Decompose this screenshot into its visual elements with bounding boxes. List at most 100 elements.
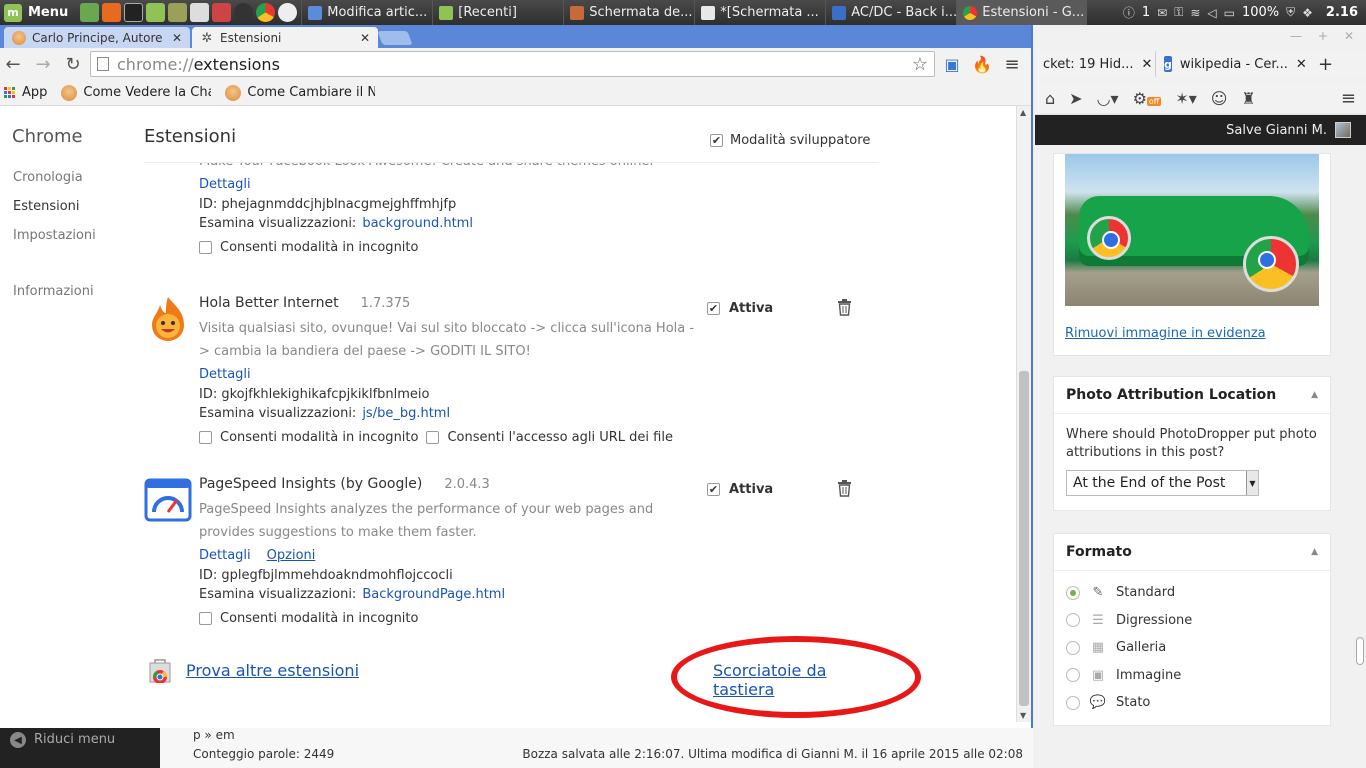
inspect-view-link[interactable]: js/be_bg.html — [362, 406, 450, 421]
close-tab-icon[interactable]: ✕ — [1142, 57, 1153, 72]
enable-toggle[interactable]: Attiva — [707, 482, 773, 497]
clock[interactable]: 2.16 — [1326, 5, 1358, 20]
developer-mode-checkbox[interactable] — [710, 134, 723, 147]
options-link[interactable]: Opzioni — [267, 546, 316, 566]
cloud-icon[interactable] — [278, 3, 298, 22]
extension-off-icon[interactable]: ⚙ off — [1133, 89, 1162, 108]
bug-icon[interactable]: ✶▾ — [1175, 89, 1196, 108]
reload-icon[interactable]: ↻ — [60, 51, 86, 77]
address-bar[interactable]: chrome://extensions ☆ — [90, 51, 935, 77]
trash-icon[interactable] — [837, 480, 852, 497]
volume-icon[interactable]: ◁ — [1207, 6, 1216, 20]
sidebar-item-estensioni[interactable]: Estensioni — [13, 199, 80, 214]
enable-toggle[interactable]: Attiva — [707, 301, 773, 316]
collapse-caret-icon[interactable]: ▲ — [1311, 547, 1318, 557]
inspect-view-link[interactable]: BackgroundPage.html — [362, 587, 505, 602]
bookmark-item[interactable]: Come Cambiare il N — [225, 84, 375, 101]
taskbar-window[interactable]: Modifica artic... — [301, 0, 432, 25]
new-tab-button[interactable] — [377, 31, 413, 45]
format-option-galleria[interactable]: ▦ Galleria — [1054, 634, 1330, 662]
folder-icon[interactable] — [168, 3, 188, 22]
start-menu-button[interactable]: m Menu — [0, 0, 76, 25]
greeting[interactable]: Salve Gianni M. — [1226, 123, 1327, 138]
format-radio[interactable] — [1066, 695, 1080, 710]
scrollbar-thumb[interactable] — [1019, 371, 1029, 706]
chat-icon[interactable]: ☺ — [1211, 89, 1228, 108]
sidebar-item-informazioni[interactable]: Informazioni — [13, 284, 94, 299]
format-option-stato[interactable]: 💬 Stato — [1054, 689, 1330, 717]
incognito-checkbox[interactable] — [199, 612, 212, 625]
close-tab-icon[interactable]: ✕ — [1296, 57, 1307, 72]
developer-mode-toggle[interactable]: Modalità sviluppatore — [710, 133, 870, 148]
battery-icon[interactable]: ▭ — [1224, 6, 1235, 20]
chrome-launcher-icon[interactable] — [256, 3, 276, 22]
send-icon[interactable]: ➤ — [1069, 89, 1082, 108]
taskbar-window[interactable]: Schermata de... — [563, 0, 694, 25]
attribution-location-select[interactable]: At the End of the Post ▼ — [1066, 470, 1259, 496]
file-access-checkbox[interactable] — [426, 431, 440, 444]
tab-estensioni[interactable]: ✲ Estensioni ✕ — [192, 27, 378, 48]
forward-arrow-icon[interactable]: → — [30, 51, 56, 77]
files-icon[interactable] — [146, 3, 166, 22]
close-tab-icon[interactable]: ✕ — [172, 31, 182, 45]
show-desktop-icon[interactable] — [80, 3, 100, 22]
format-option-immagine[interactable]: ▣ Immagine — [1054, 662, 1330, 690]
bookmark-item[interactable]: Come Vedere la Cha — [61, 84, 211, 101]
incognito-checkbox[interactable] — [199, 241, 212, 254]
format-radio[interactable] — [1066, 668, 1080, 683]
avatar[interactable] — [1335, 122, 1351, 138]
new-tab-plus-icon[interactable]: + — [1318, 54, 1333, 75]
hola-fire-icon[interactable]: 🔥 — [969, 51, 995, 77]
tab-carlo-principe[interactable]: Carlo Principe, Autore ... ✕ — [4, 27, 190, 48]
format-radio[interactable] — [1066, 613, 1080, 628]
hamburger-menu-icon[interactable]: ≡ — [999, 51, 1025, 77]
firefox-icon[interactable] — [102, 3, 122, 22]
tab-wikipedia[interactable]: g wikipedia - Cer... ✕ — [1155, 51, 1310, 77]
enable-checkbox[interactable] — [707, 483, 720, 496]
close-window-icon[interactable]: ✕ — [1344, 29, 1354, 43]
background-scrollbar-thumb[interactable] — [1356, 637, 1364, 665]
format-option-standard[interactable]: ✎ Standard — [1054, 579, 1330, 607]
format-radio[interactable] — [1066, 640, 1080, 655]
mail-icon[interactable]: ✉ — [1157, 6, 1167, 20]
robot-icon[interactable]: ♜ — [1241, 89, 1255, 108]
featured-image[interactable] — [1065, 154, 1319, 306]
trash-icon[interactable] — [837, 299, 852, 316]
collapse-caret-icon[interactable]: ▲ — [1311, 390, 1318, 400]
collapse-menu-button[interactable]: ◀ Riduci menu — [0, 728, 160, 768]
maximize-icon[interactable]: + — [1318, 29, 1328, 43]
info-icon[interactable]: ⓘ — [1123, 4, 1135, 21]
tab-pocket[interactable]: cket: 19 Hid... ✕ — [1035, 51, 1155, 77]
taskbar-window[interactable]: *[Schermata ... — [694, 0, 825, 25]
bookmark-star-icon[interactable]: ☆ — [912, 54, 928, 75]
inspect-view-link[interactable]: background.html — [362, 216, 473, 231]
terminal-icon[interactable] — [124, 3, 144, 22]
remove-featured-image-link[interactable]: Rimuovi immagine in evidenza — [1065, 326, 1266, 341]
close-tab-icon[interactable]: ✕ — [360, 31, 370, 45]
page-scrollbar[interactable]: ▲ ▼ — [1016, 106, 1031, 722]
text-editor-icon[interactable] — [190, 3, 210, 22]
minimize-icon[interactable]: — — [1290, 29, 1302, 43]
scroll-down-icon[interactable]: ▼ — [1020, 711, 1026, 720]
taskbar-window[interactable]: AC/DC - Back i... — [825, 0, 956, 25]
taskbar-window[interactable]: [Recenti] — [432, 0, 563, 25]
hamburger-menu-icon[interactable]: ≡ — [1341, 88, 1356, 109]
taskbar-window-active[interactable]: Estensioni - G... — [956, 0, 1088, 25]
home-icon[interactable]: ⌂ — [1045, 89, 1055, 108]
dropbox-icon[interactable]: ❖ — [1302, 6, 1313, 20]
image-viewer-icon[interactable] — [212, 3, 232, 22]
scroll-up-icon[interactable]: ▲ — [1020, 108, 1026, 117]
sidebar-item-cronologia[interactable]: Cronologia — [13, 170, 83, 185]
format-option-digressione[interactable]: ☰ Digressione — [1054, 607, 1330, 635]
pocket-icon[interactable]: ◡▾ — [1097, 89, 1119, 108]
format-radio[interactable] — [1066, 585, 1080, 600]
incognito-checkbox[interactable] — [199, 431, 212, 444]
shield-icon[interactable]: ⛨ — [1286, 5, 1295, 20]
bookmark-apps[interactable]: App — [4, 85, 47, 100]
enable-checkbox[interactable] — [707, 302, 720, 315]
network-icon[interactable]: ⚿ — [1174, 5, 1183, 20]
details-link[interactable]: Dettagli — [199, 546, 251, 566]
media-player-icon[interactable] — [234, 3, 254, 22]
details-link[interactable]: Dettagli — [199, 175, 251, 195]
more-extensions-link[interactable]: Prova altre estensioni — [186, 661, 359, 680]
